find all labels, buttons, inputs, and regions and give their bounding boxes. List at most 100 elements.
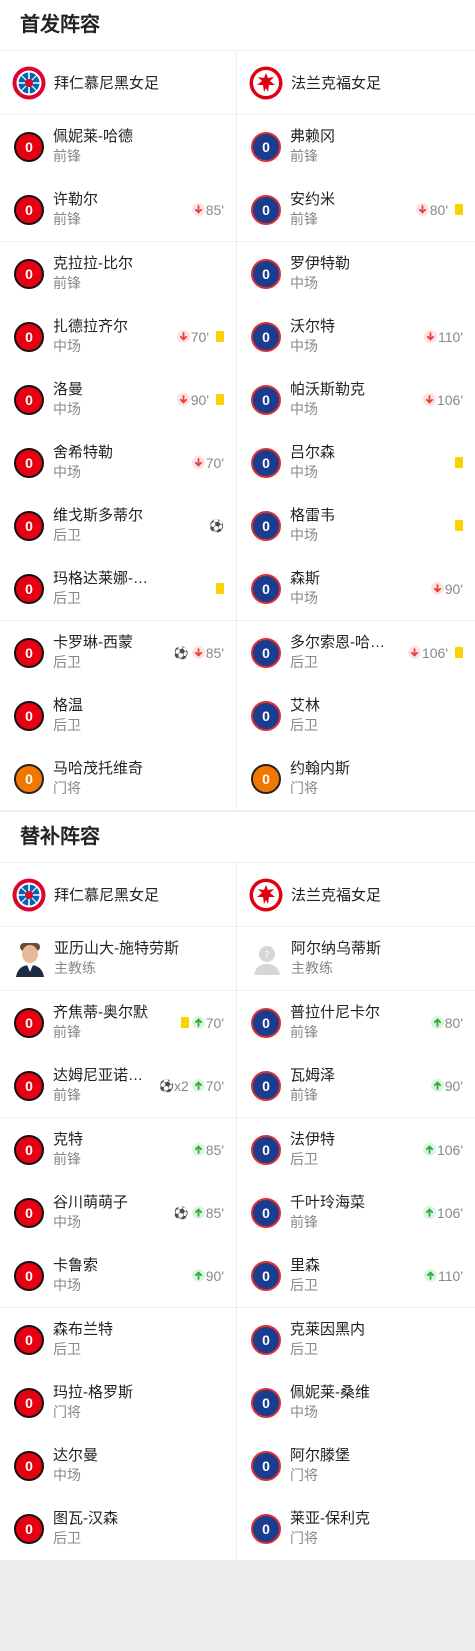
substituted-off: 70': [191, 455, 224, 471]
player-info: 安约米 前锋: [290, 190, 413, 229]
player-row[interactable]: 0 弗赖冈 前锋: [237, 115, 475, 178]
player-row[interactable]: 0 千叶玲海菜 前锋 106': [237, 1181, 475, 1244]
player-events: ⚽: [206, 519, 224, 533]
player-row[interactable]: 0 谷川萌萌子 中场 ⚽ 85': [0, 1181, 236, 1244]
player-row[interactable]: 0 洛曼 中场 90': [0, 368, 236, 431]
player-row[interactable]: 0 沃尔特 中场 110': [237, 305, 475, 368]
player-row[interactable]: 0 玛格达莱娜-… 后卫: [0, 557, 236, 621]
player-row[interactable]: 0 达姆尼亚诺维奇 前锋 ⚽ x2 70': [0, 1054, 236, 1118]
player-info: 图瓦-汉森 后卫: [53, 1509, 224, 1548]
player-name: 扎德拉齐尔: [53, 318, 129, 335]
player-events: 90': [174, 392, 224, 408]
home-team-header[interactable]: 拜仁慕尼黑女足: [0, 863, 236, 927]
player-row[interactable]: 0 扎德拉齐尔 中场 70': [0, 305, 236, 368]
player-row[interactable]: 0 普拉什尼卡尔 前锋 80': [237, 991, 475, 1054]
coach-row[interactable]: ? 阿尔纳乌蒂斯 主教练: [237, 927, 475, 991]
substitutes-lineup: 拜仁慕尼黑女足亚历山大-施特劳斯 主教练 0 齐焦蒂-奥尔默 前锋 70' 0 达姆尼亚诺维奇…: [0, 863, 475, 1561]
player-row[interactable]: 0 森布兰特 后卫: [0, 1308, 236, 1371]
coach-name: 亚历山大-施特劳斯: [54, 940, 179, 957]
jersey-number: 0: [251, 1007, 281, 1038]
player-name: 玛拉-格罗斯: [53, 1384, 133, 1401]
player-position: 前锋: [290, 1087, 318, 1103]
coach-row[interactable]: 亚历山大-施特劳斯 主教练: [0, 927, 236, 991]
player-name: 卡罗琳-西蒙: [53, 634, 133, 651]
player-position: 中场: [53, 401, 81, 417]
player-row[interactable]: 0 佩妮莱-桑维 中场: [237, 1371, 475, 1434]
player-row[interactable]: 0 卡罗琳-西蒙 后卫 ⚽ 85': [0, 621, 236, 684]
player-row[interactable]: 0 玛拉-格罗斯 门将: [0, 1371, 236, 1434]
sub-out-arrow-icon: [191, 203, 205, 216]
home-team-header[interactable]: 拜仁慕尼黑女足: [0, 51, 236, 115]
player-row[interactable]: 0 齐焦蒂-奥尔默 前锋 70': [0, 991, 236, 1054]
player-events: [209, 583, 224, 594]
player-row[interactable]: 0 罗伊特勒 中场: [237, 242, 475, 305]
player-events: 90': [428, 581, 463, 597]
player-position: 前锋: [290, 1024, 318, 1040]
player-position: 中场: [53, 338, 81, 354]
sub-in-arrow-icon: [424, 1269, 437, 1282]
player-row[interactable]: 0 格温 后卫: [0, 684, 236, 747]
jersey-number: 0: [251, 1134, 281, 1165]
player-name: 瓦姆泽: [290, 1067, 336, 1084]
player-row[interactable]: 0 克特 前锋 85': [0, 1118, 236, 1181]
player-row[interactable]: 0 里森 后卫 110': [237, 1244, 475, 1308]
player-row[interactable]: 0 佩妮莱-哈德 前锋: [0, 115, 236, 178]
player-position: 后卫: [53, 590, 81, 606]
player-row[interactable]: 0 图瓦-汉森 后卫: [0, 1497, 236, 1560]
player-position: 中场: [290, 1404, 318, 1420]
jersey-number: 0: [14, 1260, 44, 1291]
player-info: 森斯 中场: [290, 569, 428, 608]
player-position: 后卫: [290, 1277, 318, 1293]
assist-event: ⚽: [174, 646, 189, 660]
player-row[interactable]: 0 帕沃斯勒克 中场 106': [237, 368, 475, 431]
goal-count: x2: [173, 1077, 189, 1094]
jersey-number: 0: [251, 384, 281, 415]
player-info: 阿尔滕堡 门将: [290, 1446, 463, 1485]
player-row[interactable]: 0 约翰内斯 门将: [237, 747, 475, 811]
player-name: 里森: [290, 1257, 321, 1274]
player-row[interactable]: 0 舍希特勒 中场 70': [0, 431, 236, 494]
player-row[interactable]: 0 森斯 中场 90': [237, 557, 475, 621]
player-row[interactable]: 0 艾林 后卫: [237, 684, 475, 747]
player-row[interactable]: 0 法伊特 后卫 106': [237, 1118, 475, 1181]
player-name: 达尔曼: [53, 1447, 99, 1464]
player-name: 莱亚-保利克: [290, 1510, 370, 1527]
player-row[interactable]: 0 瓦姆泽 前锋 90': [237, 1054, 475, 1118]
player-row[interactable]: 0 卡鲁索 中场 90': [0, 1244, 236, 1308]
player-row[interactable]: 0 克莱因黑内 后卫: [237, 1308, 475, 1371]
jersey-number: 0: [251, 1513, 281, 1544]
frankfurt-logo-icon: [249, 878, 283, 911]
player-row[interactable]: 0 多尔索恩-哈… 后卫 106': [237, 621, 475, 684]
player-row[interactable]: 0 许勒尔 前锋 85': [0, 178, 236, 242]
player-row[interactable]: 0 克拉拉-比尔 前锋: [0, 242, 236, 305]
player-name: 安约米: [290, 191, 336, 208]
player-row[interactable]: 0 莱亚-保利克 门将: [237, 1497, 475, 1560]
player-position: 后卫: [53, 654, 81, 670]
player-info: 玛格达莱娜-… 后卫: [53, 569, 209, 608]
player-events: 80': [413, 202, 463, 218]
away-team-header[interactable]: 法兰克福女足: [237, 863, 475, 927]
jersey-number: 0: [251, 258, 281, 289]
jersey-number: 0: [251, 131, 281, 162]
jersey-number: 0: [251, 510, 281, 541]
player-row[interactable]: 0 维戈斯多蒂尔 后卫 ⚽: [0, 494, 236, 557]
player-row[interactable]: 0 达尔曼 中场: [0, 1434, 236, 1497]
sub-minute: 80': [444, 1014, 463, 1031]
player-events: 106': [405, 645, 463, 661]
coach-info: 亚历山大-施特劳斯 主教练: [54, 939, 224, 978]
player-row[interactable]: 0 阿尔滕堡 门将: [237, 1434, 475, 1497]
player-row[interactable]: 0 马哈茂托维奇 门将: [0, 747, 236, 811]
jersey-number: 0: [14, 1134, 44, 1165]
player-position: 门将: [290, 780, 318, 796]
player-position: 后卫: [290, 654, 318, 670]
player-name: 帕沃斯勒克: [290, 381, 366, 398]
player-position: 前锋: [53, 1024, 81, 1040]
player-row[interactable]: 0 吕尔森 中场: [237, 431, 475, 494]
player-row[interactable]: 0 安约米 前锋 80': [237, 178, 475, 242]
player-row[interactable]: 0 格雷韦 中场: [237, 494, 475, 557]
sub-out-arrow-icon: [415, 203, 429, 216]
sub-out-arrow-icon: [191, 646, 205, 659]
player-position: 后卫: [290, 717, 318, 733]
player-info: 瓦姆泽 前锋: [290, 1066, 428, 1105]
away-team-header[interactable]: 法兰克福女足: [237, 51, 475, 115]
